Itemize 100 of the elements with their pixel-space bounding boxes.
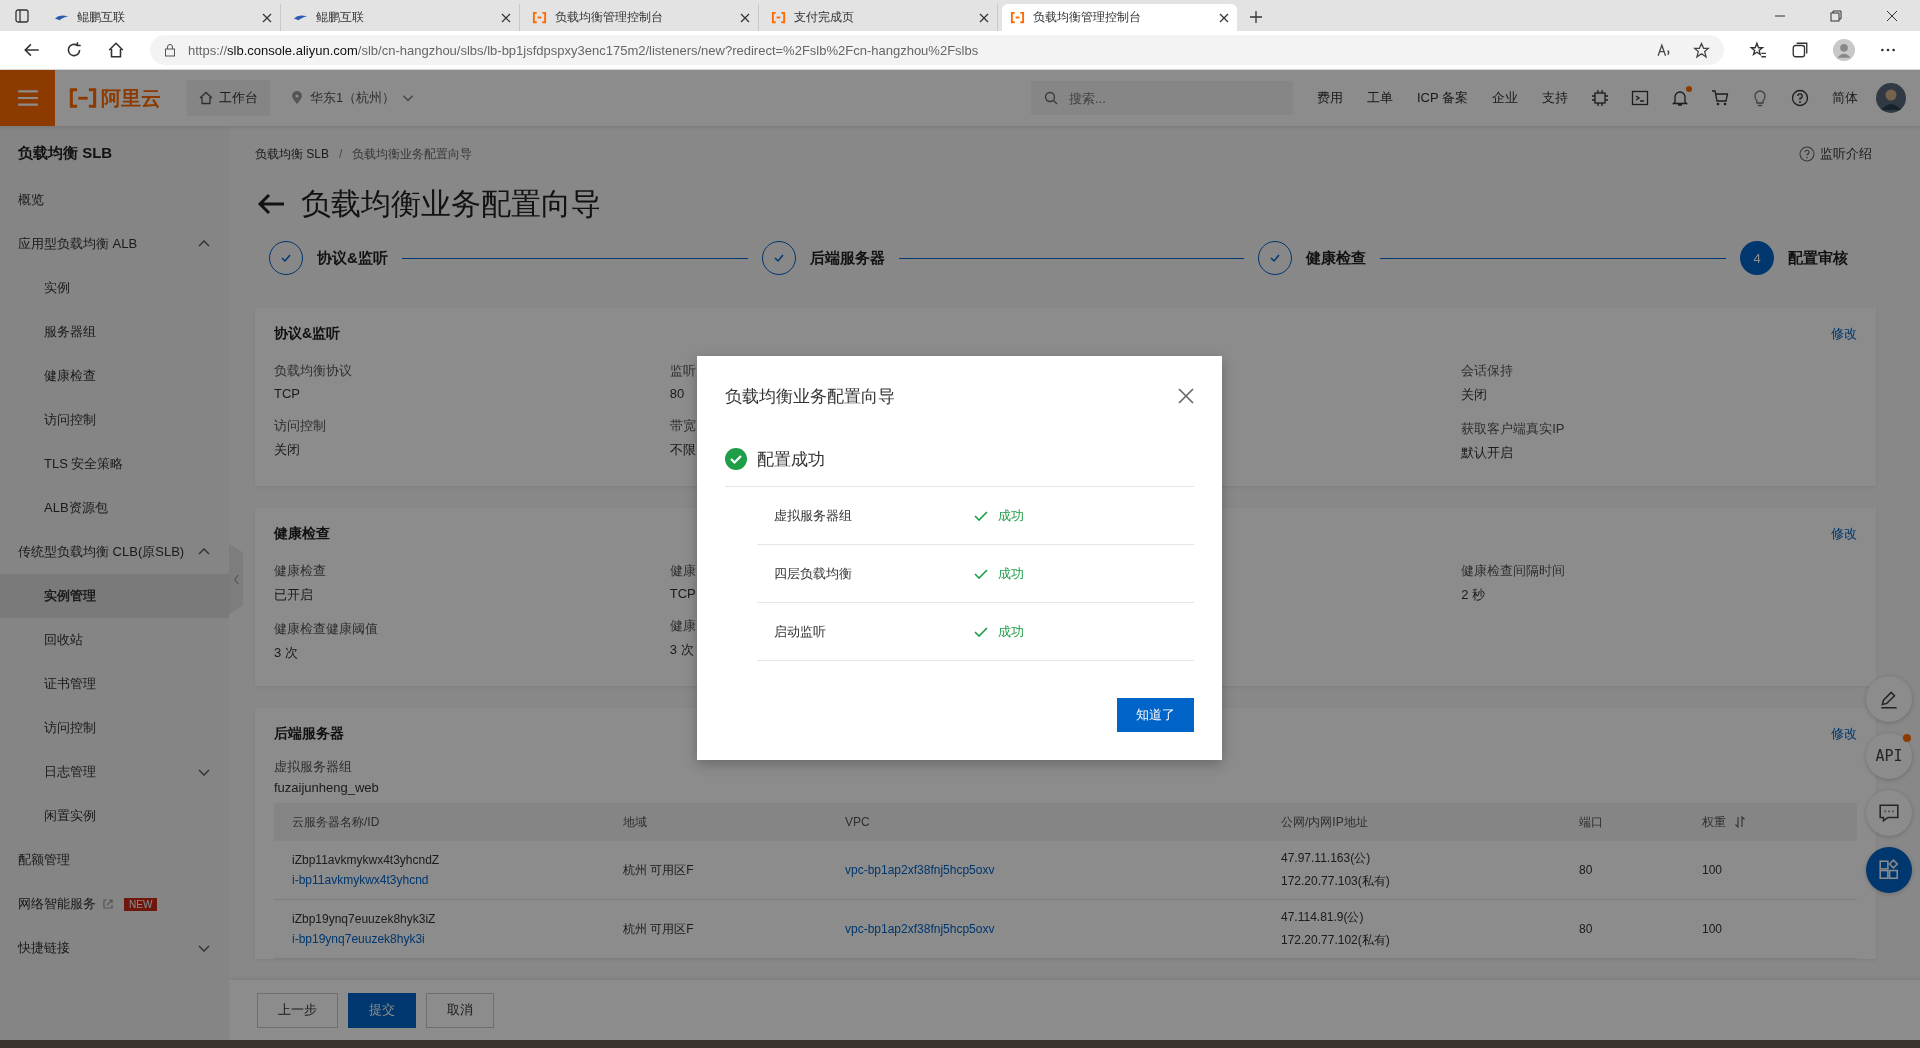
sidebar-item[interactable]: 实例 <box>0 266 229 310</box>
back-icon[interactable] <box>23 41 41 59</box>
restore-icon[interactable] <box>1830 10 1842 22</box>
field-value: 默认开启 <box>1461 444 1514 462</box>
column-header: 权重 <box>1684 803 1857 841</box>
instance-id-link[interactable]: i-bp19ynq7euuzek8hyk3i <box>292 932 425 946</box>
collections-icon[interactable] <box>1791 41 1809 59</box>
cart-icon[interactable] <box>1711 89 1729 107</box>
nav-link[interactable]: 支持 <box>1542 89 1568 107</box>
terminal-icon[interactable] <box>1631 89 1649 107</box>
breadcrumb-current: 负载均衡业务配置向导 <box>352 145 473 163</box>
sidebar-item[interactable]: 配额管理 <box>0 838 229 882</box>
sidebar-item[interactable]: 健康检查 <box>0 354 229 398</box>
refresh-icon[interactable] <box>65 41 83 59</box>
step-label: 健康检查 <box>1306 248 1367 268</box>
breadcrumb-link[interactable]: 负载均衡 SLB <box>255 145 329 163</box>
field-value: 不限 <box>669 441 696 459</box>
browser-tab[interactable]: 鲲鹏互联 <box>46 4 281 31</box>
task-name: 四层负载均衡 <box>774 564 853 583</box>
private-ip: 172.20.77.102(私有) <box>1281 932 1390 949</box>
sidebar-item[interactable]: 证书管理 <box>0 662 229 706</box>
field-value: 关闭 <box>1461 386 1488 404</box>
close-icon[interactable] <box>740 12 750 23</box>
home-icon[interactable] <box>107 41 125 59</box>
bell-icon[interactable] <box>1671 89 1689 107</box>
sidebar-item[interactable]: 闲置实例 <box>0 794 229 838</box>
task-name: 启动监听 <box>774 622 827 641</box>
breadcrumb-separator: / <box>339 147 343 161</box>
close-icon[interactable] <box>501 12 511 23</box>
instance-id-link[interactable]: i-bp11avkmykwx4t3yhcnd <box>292 873 429 887</box>
avatar-icon[interactable] <box>1876 83 1906 113</box>
sidebar-item[interactable]: 日志管理 <box>0 750 229 794</box>
chat-icon <box>1878 802 1900 824</box>
close-icon[interactable] <box>979 12 989 23</box>
browser-tab[interactable]: 支付完成页 <box>763 4 998 31</box>
action-button[interactable]: 提交 <box>348 992 416 1028</box>
sidebar-item[interactable]: 访问控制 <box>0 398 229 442</box>
public-ip: 47.114.81.9(公) <box>1281 909 1364 926</box>
nav-link[interactable]: 企业 <box>1492 89 1518 107</box>
profile-icon[interactable] <box>1833 39 1855 61</box>
bulb-icon[interactable] <box>1751 89 1769 107</box>
nav-link[interactable]: 费用 <box>1316 89 1343 107</box>
help-icon[interactable] <box>1791 89 1809 107</box>
address-field[interactable]: https://slb.console.aliyun.com/slb/cn-hangzhou/slbs/lb-bp1jsfdpspxy3enc175m2/listeners/new?redirect=%2Fslb%2Fcn-hangzhou%2Fslbs <box>150 35 1724 65</box>
field-value: 关闭 <box>274 441 300 459</box>
nav-link[interactable]: 工单 <box>1366 89 1393 107</box>
sidebar-item[interactable]: TLS 安全策略 <box>0 442 229 486</box>
region-selector[interactable]: 华东1（杭州） <box>278 80 428 116</box>
step-indicator: 4 <box>1740 241 1774 275</box>
workbench-button[interactable]: 工作台 <box>187 80 270 116</box>
new-tab-icon[interactable] <box>1249 10 1263 24</box>
success-icon <box>725 448 747 470</box>
action-button[interactable]: 取消 <box>426 992 494 1028</box>
help-icon[interactable] <box>1799 146 1815 162</box>
edit-link[interactable]: 修改 <box>1831 325 1857 343</box>
table-cell: 80 <box>1579 863 1593 877</box>
browser-tab[interactable]: 鲲鹏互联 <box>285 4 520 31</box>
nav-link[interactable]: ICP 备案 <box>1416 89 1468 107</box>
field-label: 访问控制 <box>274 417 326 435</box>
column-header: 地域 <box>605 803 827 841</box>
browser-tab[interactable]: 负载均衡管理控制台 <box>1002 4 1237 31</box>
action-button[interactable]: 上一步 <box>257 992 338 1028</box>
tab-actions-icon[interactable] <box>14 8 30 24</box>
aliyun-icon <box>771 10 786 25</box>
sidebar-item[interactable]: 网络智能服务 NEW <box>0 882 229 926</box>
sort-icon[interactable] <box>1734 816 1746 828</box>
task-status: 成功 <box>998 622 1024 641</box>
table-cell: 杭州 可用区F <box>623 921 694 936</box>
close-icon[interactable] <box>262 12 272 23</box>
close-icon[interactable] <box>1886 10 1898 22</box>
back-arrow-icon[interactable] <box>257 193 285 215</box>
sidebar-item[interactable]: 服务器组 <box>0 310 229 354</box>
sidebar-item[interactable]: ALB资源包 <box>0 486 229 530</box>
close-icon[interactable] <box>1219 12 1229 23</box>
chip-icon[interactable] <box>1591 89 1609 107</box>
field-label: 虚拟服务器组 <box>274 758 352 776</box>
confirm-button[interactable]: 知道了 <box>1117 698 1194 732</box>
sidebar-item[interactable]: 访问控制 <box>0 706 229 750</box>
star-icon[interactable] <box>1693 41 1710 59</box>
search-field[interactable]: 搜索... <box>1030 81 1293 115</box>
sidebar-item[interactable]: 应用型负载均衡 ALB <box>0 222 229 266</box>
edit-link[interactable]: 修改 <box>1831 525 1857 543</box>
sidebar-item[interactable]: 传统型负载均衡 CLB(原SLB) <box>0 530 229 574</box>
sidebar-item[interactable]: 快捷链接 <box>0 926 229 970</box>
dialog-title: 负载均衡业务配置向导 <box>725 385 895 408</box>
sidebar-item[interactable]: 回收站 <box>0 618 229 662</box>
lock-icon <box>164 43 176 57</box>
help-link[interactable]: 监听介绍 <box>1820 145 1872 163</box>
vpc-link[interactable]: vpc-bp1ap2xf38fnj5hcp5oxv <box>845 863 995 877</box>
close-icon[interactable] <box>1178 388 1194 404</box>
field-label: 获取客户端真实IP <box>1461 420 1565 438</box>
favorites-icon[interactable] <box>1749 41 1767 59</box>
browser-tab[interactable]: 负载均衡管理控制台 <box>524 4 759 31</box>
edit-link[interactable]: 修改 <box>1831 725 1857 743</box>
sidebar-item[interactable]: 实例管理 <box>0 574 229 618</box>
vpc-link[interactable]: vpc-bp1ap2xf38fnj5hcp5oxv <box>845 922 995 936</box>
sidebar-item[interactable]: 概览 <box>0 178 229 222</box>
nav-link[interactable]: 简体 <box>1832 89 1858 107</box>
sidebar-title: 负载均衡 SLB <box>17 143 114 163</box>
search-icon[interactable] <box>1043 91 1058 105</box>
